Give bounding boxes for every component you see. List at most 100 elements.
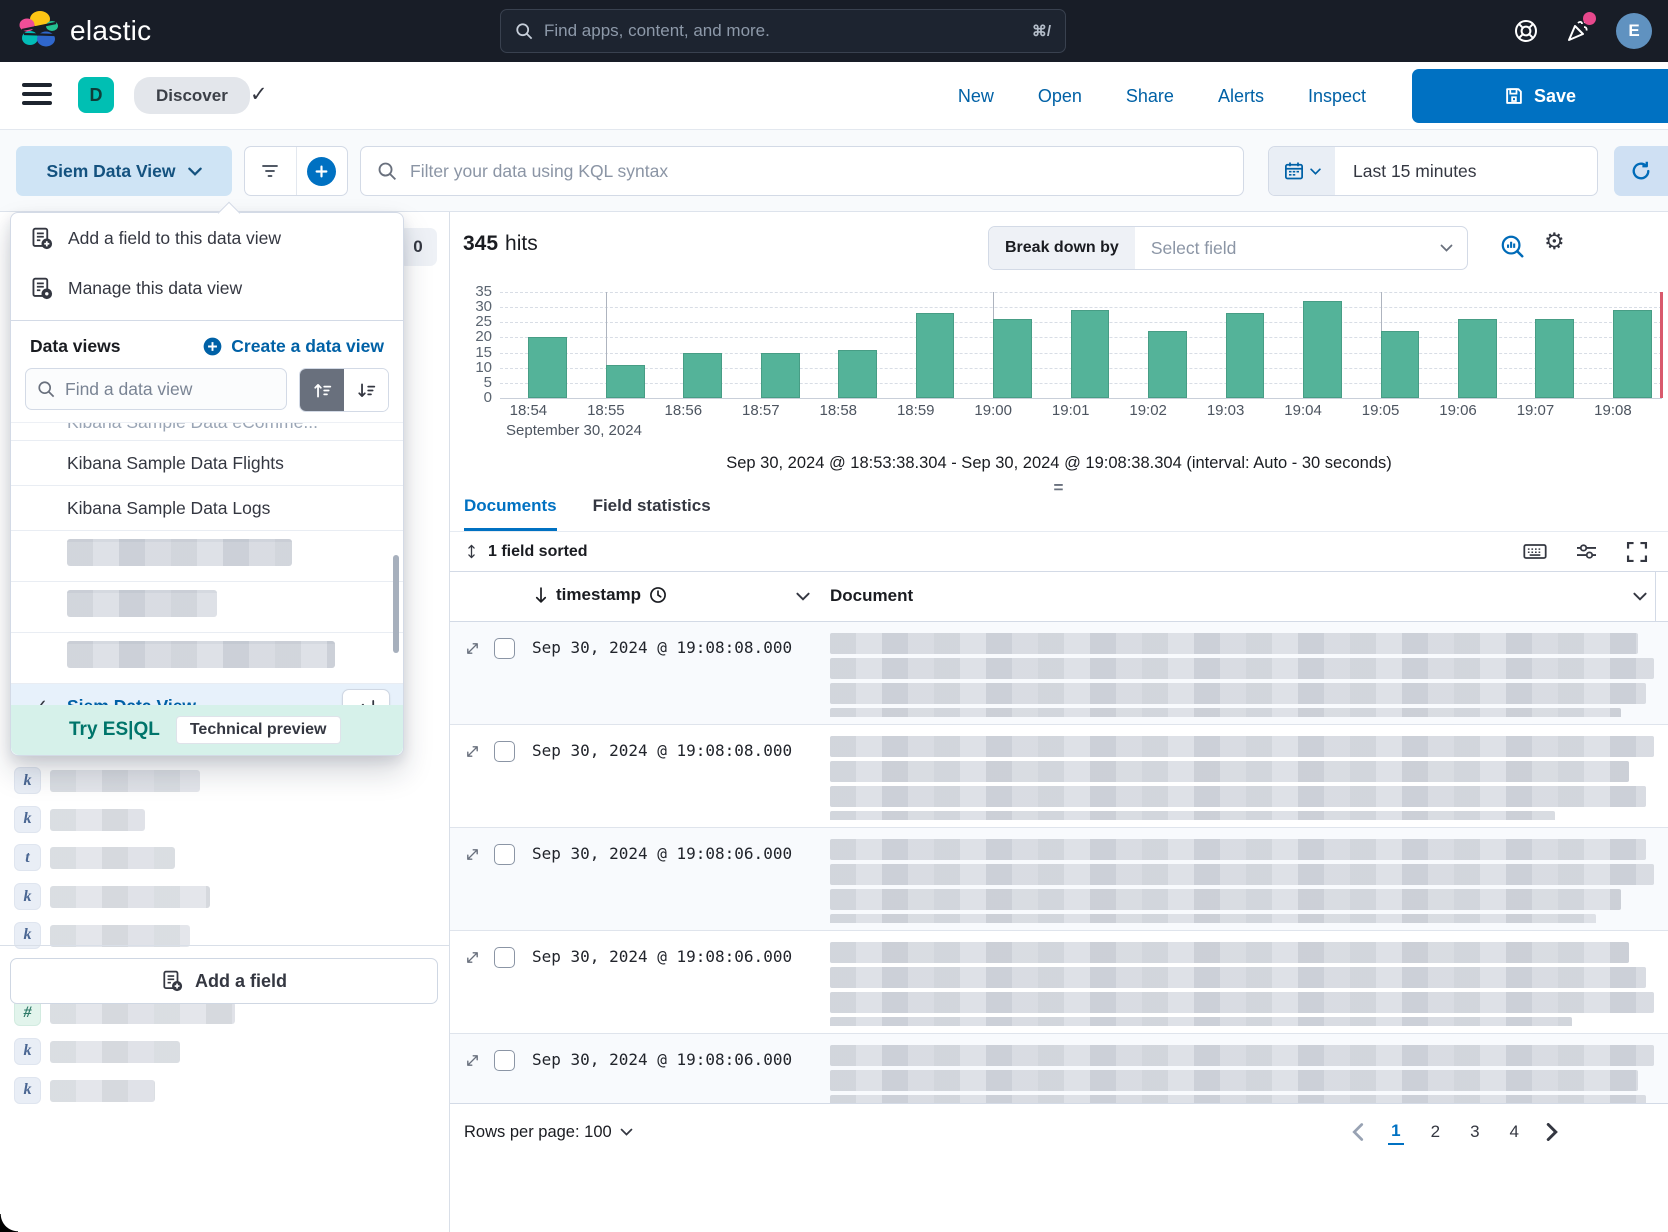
document-column-menu-icon[interactable]: [1633, 592, 1647, 601]
find-data-view-input[interactable]: Find a data view: [25, 368, 287, 410]
data-view-option-clipped[interactable]: Kibana Sample Data eComme...: [11, 423, 403, 441]
redacted-line: [830, 761, 1629, 782]
data-view-option-label: Kibana Sample Data eComme...: [67, 423, 318, 433]
row-checkbox[interactable]: [494, 1050, 515, 1071]
time-range-value[interactable]: Last 15 minutes: [1335, 147, 1597, 195]
expand-document-icon[interactable]: [465, 950, 480, 965]
display-options-icon[interactable]: [1575, 542, 1598, 561]
histogram-bar[interactable]: [1303, 301, 1342, 398]
data-view-option-selected[interactable]: ✓Siem Data View: [11, 684, 403, 705]
histogram-bar[interactable]: [1148, 331, 1187, 398]
previous-page-icon[interactable]: [1352, 1123, 1364, 1141]
histogram-bar[interactable]: [1071, 310, 1110, 398]
histogram-bar[interactable]: [838, 350, 877, 398]
fullscreen-icon[interactable]: [1626, 541, 1648, 563]
timestamp-column-menu-icon[interactable]: [796, 592, 810, 601]
user-avatar[interactable]: E: [1616, 13, 1652, 49]
breakdown-select[interactable]: Select field: [1135, 227, 1440, 269]
global-search-input[interactable]: Find apps, content, and more. ⌘/: [500, 9, 1066, 53]
keyboard-shortcuts-icon[interactable]: [1523, 542, 1547, 561]
sort-ascending-button[interactable]: [300, 369, 344, 411]
field-list-item[interactable]: k: [0, 917, 449, 955]
histogram-bar[interactable]: [1226, 313, 1265, 398]
create-data-view-link[interactable]: Create a data view: [203, 336, 384, 357]
rows-per-page-button[interactable]: Rows per page: 100: [464, 1123, 633, 1142]
expand-document-icon[interactable]: [465, 1053, 480, 1068]
column-header-document[interactable]: Document: [830, 586, 913, 606]
menu-new[interactable]: New: [958, 86, 994, 107]
histogram-bar[interactable]: [1613, 310, 1652, 398]
expand-document-icon[interactable]: [465, 641, 480, 656]
time-range-summary: Sep 30, 2024 @ 18:53:38.304 - Sep 30, 20…: [450, 454, 1668, 473]
chart-plot-area[interactable]: [500, 292, 1662, 399]
histogram-bar[interactable]: [1458, 319, 1497, 398]
add-filter-button[interactable]: [297, 147, 348, 195]
histogram-bar[interactable]: [1535, 319, 1574, 398]
menu-inspect[interactable]: Inspect: [1308, 86, 1366, 107]
data-view-option-redacted[interactable]: [11, 539, 403, 582]
field-list-item[interactable]: k: [0, 801, 449, 839]
histogram-bar[interactable]: [993, 319, 1032, 398]
refresh-button[interactable]: [1614, 146, 1668, 196]
field-list-item[interactable]: k: [0, 1072, 449, 1110]
redacted-line: [830, 811, 1555, 820]
sort-descending-button[interactable]: [344, 369, 388, 411]
page-2[interactable]: 2: [1428, 1120, 1443, 1144]
add-field-button[interactable]: Add a field: [10, 958, 438, 1004]
sorted-fields-label[interactable]: 1 field sorted: [488, 543, 588, 561]
tab-documents[interactable]: Documents: [464, 490, 557, 531]
histogram-bar[interactable]: [683, 353, 722, 398]
data-view-option-redacted[interactable]: [11, 590, 403, 633]
gear-icon[interactable]: ⚙: [1544, 231, 1565, 254]
field-list-item[interactable]: k: [0, 1033, 449, 1071]
histogram-bar[interactable]: [916, 313, 955, 398]
row-checkbox[interactable]: [494, 741, 515, 762]
menu-open[interactable]: Open: [1038, 86, 1082, 107]
newsfeed-party-icon[interactable]: [1564, 17, 1592, 45]
field-list-item[interactable]: t: [0, 839, 449, 877]
sort-button-group: [299, 368, 389, 412]
menu-hamburger-icon[interactable]: [22, 83, 52, 108]
histogram-bar[interactable]: [528, 337, 567, 398]
data-view-option[interactable]: Kibana Sample Data Logs: [11, 486, 403, 531]
breadcrumb-discover[interactable]: Discover: [134, 77, 250, 114]
filter-icon[interactable]: [245, 147, 297, 195]
kql-query-input[interactable]: Filter your data using KQL syntax: [360, 146, 1244, 196]
histogram-bar[interactable]: [761, 353, 800, 398]
row-checkbox[interactable]: [494, 947, 515, 968]
help-lifebuoy-icon[interactable]: [1512, 17, 1540, 45]
page-4[interactable]: 4: [1507, 1120, 1522, 1144]
expand-document-icon[interactable]: [465, 847, 480, 862]
page-3[interactable]: 3: [1467, 1120, 1482, 1144]
column-header-timestamp[interactable]: timestamp: [534, 585, 667, 605]
edit-visualization-lens-icon[interactable]: [1500, 234, 1525, 259]
manage-data-view-option[interactable]: Manage this data view: [11, 263, 403, 313]
elastic-logo[interactable]: elastic: [18, 10, 151, 52]
field-list-item[interactable]: k: [0, 878, 449, 916]
row-checkbox[interactable]: [494, 844, 515, 865]
expand-document-icon[interactable]: [465, 744, 480, 759]
menu-alerts[interactable]: Alerts: [1218, 86, 1264, 107]
add-field-to-data-view-option[interactable]: Add a field to this data view: [11, 213, 403, 263]
data-view-option[interactable]: Kibana Sample Data Flights: [11, 441, 403, 486]
try-esql-option[interactable]: Try ES|QL Technical preview: [11, 705, 403, 755]
data-view-picker-button[interactable]: Siem Data View: [16, 146, 232, 196]
next-page-icon[interactable]: [1546, 1123, 1558, 1141]
row-checkbox[interactable]: [494, 638, 515, 659]
data-view-option-redacted[interactable]: [11, 641, 403, 684]
scrollbar-thumb[interactable]: [393, 555, 399, 653]
redacted-line: [830, 1045, 1654, 1066]
menu-share[interactable]: Share: [1126, 86, 1174, 107]
discover-app-badge[interactable]: D: [78, 77, 114, 113]
field-list-item[interactable]: k: [0, 762, 449, 800]
histogram-bar[interactable]: [606, 365, 645, 398]
field-type-badge-t: t: [14, 844, 41, 871]
save-button[interactable]: Save: [1412, 69, 1668, 123]
tab-field-statistics[interactable]: Field statistics: [593, 490, 711, 531]
histogram-bar[interactable]: [1381, 331, 1420, 398]
date-picker-button[interactable]: [1269, 147, 1335, 195]
x-tick-label: 19:06: [1439, 402, 1477, 419]
page-1[interactable]: 1: [1388, 1119, 1403, 1145]
x-tick-label: 19:02: [1129, 402, 1167, 419]
enter-key-button[interactable]: [342, 689, 390, 705]
